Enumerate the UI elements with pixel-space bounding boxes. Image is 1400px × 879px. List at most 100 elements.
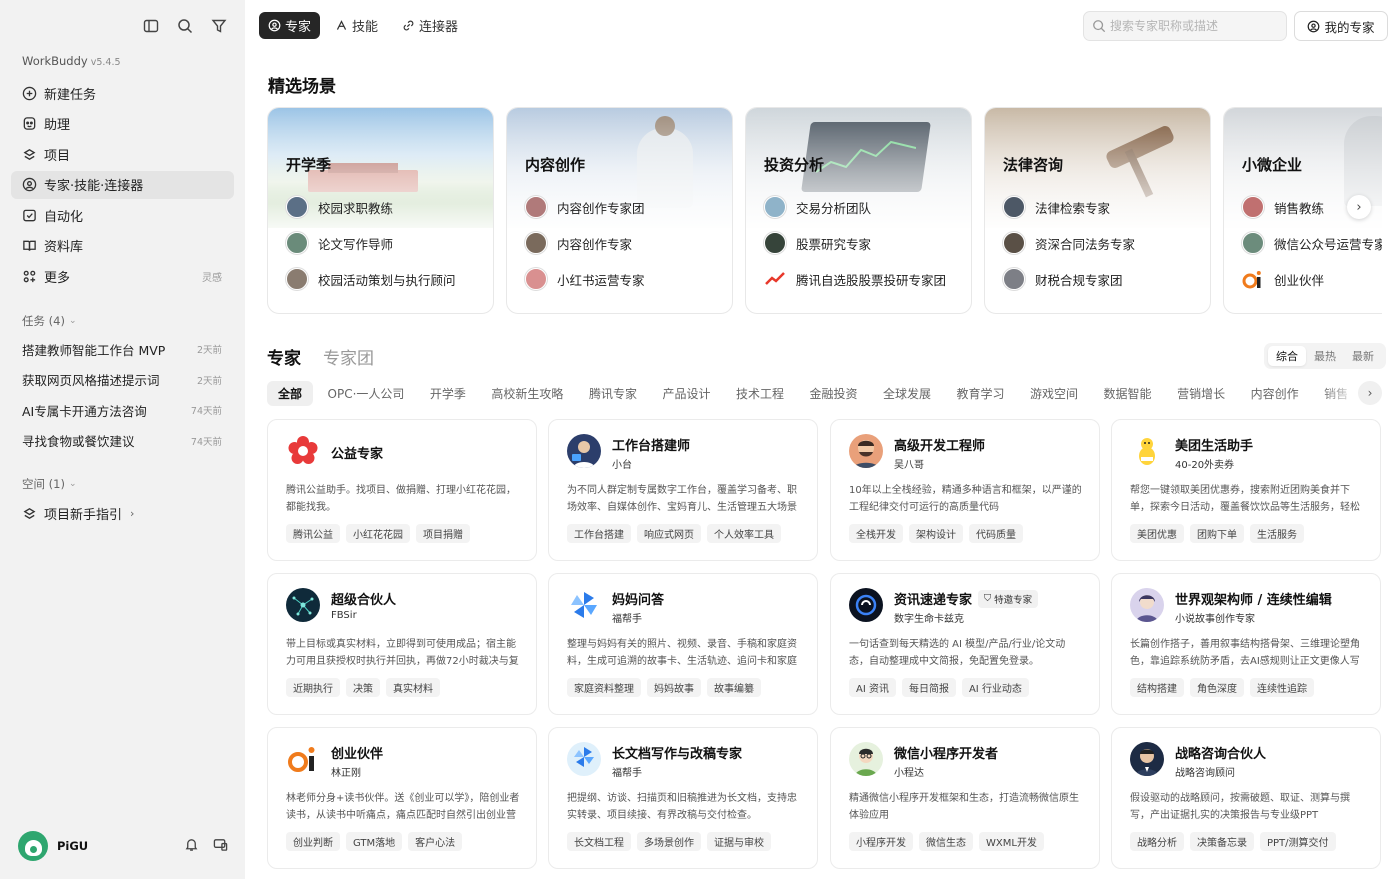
space-section-header[interactable]: 空间 (1) ⌄ — [22, 476, 77, 492]
search-icon[interactable] — [175, 16, 195, 36]
sidebar-item-assistant[interactable]: 助理 — [11, 110, 234, 138]
scene-item[interactable]: 交易分析团队 — [764, 196, 871, 218]
sidebar-item-more[interactable]: 更多 灵感 — [11, 263, 234, 291]
task-item[interactable]: 寻找食物或餐饮建议 74天前 — [11, 426, 234, 457]
expert-desc: 为不同人群定制专属数字工作台，覆盖学习备考、职场效率、自媒体创作、宝妈育儿、生活… — [567, 485, 797, 513]
expert-subtitle: FBSir — [331, 610, 357, 621]
scene-title: 小微企业 — [1242, 156, 1303, 174]
scene-card[interactable]: 内容创作 内容创作专家团 内容创作专家 小红书运营专家 — [506, 107, 733, 314]
sort-default[interactable]: 综合 — [1268, 346, 1306, 366]
expert-subtitle: 福帮手 — [612, 768, 642, 779]
scene-item[interactable]: 法律检索专家 — [1003, 196, 1110, 218]
avatar — [1242, 196, 1264, 218]
tab-experts-list[interactable]: 专家 — [267, 344, 301, 369]
category-tab[interactable]: 数据智能 — [1093, 381, 1163, 406]
scene-card[interactable]: 投资分析 交易分析团队 股票研究专家 腾讯自选股股票投研专家团 — [745, 107, 972, 314]
scene-item-label: 销售教练 — [1274, 200, 1325, 216]
scene-card[interactable]: 法律咨询 法律检索专家 资深合同法务专家 财税合规专家团 — [984, 107, 1211, 314]
expert-card[interactable]: 长文档写作与改稿专家 福帮手 把提纲、访谈、扫描页和旧稿推进为长文档，支持忠实转… — [548, 727, 818, 869]
task-item[interactable]: AI专属卡开通方法咨询 74天前 — [11, 395, 234, 426]
chevron-right-icon[interactable]: › — [1347, 195, 1371, 219]
sidebar-item-new-task[interactable]: 新建任务 — [11, 79, 234, 107]
chevron-right-icon[interactable]: › — [1358, 381, 1382, 405]
category-tab[interactable]: OPC·一人公司 — [317, 381, 416, 406]
category-tab[interactable]: 开学季 — [419, 381, 477, 406]
scene-item[interactable]: 销售教练 — [1242, 196, 1324, 218]
scene-item[interactable]: 校园活动策划与执行顾问 — [286, 268, 456, 290]
category-tab[interactable]: 产品设计 — [651, 381, 721, 406]
sidebar-item-experts[interactable]: 专家·技能·连接器 — [11, 170, 234, 199]
my-experts-button[interactable]: 我的专家 — [1294, 11, 1388, 41]
network-icon — [286, 588, 320, 622]
expert-card[interactable]: 创业伙伴 林正刚 林老师分身+读书伙伴。送《创业可以学》，陪创业者读书，从读书中… — [267, 727, 537, 869]
expert-card[interactable]: 美团生活助手 40-20外卖券 帮您一键领取美团优惠券，搜索附近团购美食并下单，… — [1111, 419, 1381, 561]
scene-item[interactable]: 内容创作专家团 — [525, 196, 645, 218]
expert-card[interactable]: 妈妈问答 福帮手 整理与妈妈有关的照片、视频、录音、手稿和家庭资料，生成可追溯的… — [548, 573, 818, 715]
sidebar-item-project[interactable]: 项目 — [11, 140, 234, 168]
scene-item[interactable]: 校园求职教练 — [286, 196, 393, 218]
expert-card[interactable]: 战略咨询合伙人 战略咨询顾问 假设驱动的战略顾问，按需破题、取证、测算与撰写，产… — [1111, 727, 1381, 869]
filter-icon[interactable] — [209, 16, 229, 36]
sort-hot[interactable]: 最热 — [1306, 346, 1344, 366]
category-tab[interactable]: 全部 — [267, 380, 314, 406]
expert-tag: 架构设计 — [909, 524, 963, 543]
expert-tag: 战略分析 — [1130, 832, 1184, 851]
expert-card[interactable]: 工作台搭建师 小台 为不同人群定制专属数字工作台，覆盖学习备考、职场效率、自媒体… — [548, 419, 818, 561]
expert-card[interactable]: 世界观架构师 / 连续性编辑 小说故事创作专家 长篇创作搭子，善用叙事结构搭骨架… — [1111, 573, 1381, 715]
scene-item-label: 微信公众号运营专家 — [1274, 236, 1382, 252]
avatar[interactable] — [18, 831, 48, 861]
expert-desc: 带上目标或真实材料，立即得到可使用成品；宿主能力可用且获授权时执行并回执，再做7… — [286, 639, 519, 667]
expert-desc: 假设驱动的战略顾问，按需破题、取证、测算与撰写，产出证据扎实的决策报告与专业级P… — [1130, 793, 1350, 821]
expert-card[interactable]: 高级开发工程师 吴八哥 10年以上全栈经验，精通多种语言和框架，以严谨的工程纪律… — [830, 419, 1100, 561]
expert-card[interactable]: 资讯速递专家 ⛉ 特邀专家 数字生命卡兹克 一句话查到每天精选的 AI 模型/产品/… — [830, 573, 1100, 715]
search-input[interactable] — [1110, 19, 1280, 33]
scene-item[interactable]: 论文写作导师 — [286, 232, 393, 254]
expert-tag: 个人效率工具 — [707, 524, 781, 543]
expert-tag: PPT/测算交付 — [1260, 832, 1336, 851]
scene-item[interactable]: 内容创作专家 — [525, 232, 632, 254]
scene-item[interactable]: 小红书运营专家 — [525, 268, 645, 290]
category-tab[interactable]: 营销增长 — [1166, 381, 1236, 406]
scene-title: 投资分析 — [764, 156, 825, 174]
sidebar-item-library[interactable]: 资料库 — [11, 232, 234, 260]
scene-item-label: 创业伙伴 — [1274, 272, 1325, 288]
tab-skills[interactable]: 技能 — [326, 12, 387, 39]
task-item[interactable]: 搭建教师智能工作台 MVP 2天前 — [11, 334, 234, 365]
category-tab[interactable]: 教育学习 — [946, 381, 1016, 406]
tab-expert-teams[interactable]: 专家团 — [323, 344, 374, 369]
sort-new[interactable]: 最新 — [1344, 346, 1382, 366]
task-label: 获取网页风格描述提示词 — [22, 373, 160, 389]
tab-experts[interactable]: 专家 — [259, 12, 321, 39]
search-icon — [1093, 20, 1106, 33]
category-tab[interactable]: 技术工程 — [725, 381, 795, 406]
category-tab[interactable]: 高校新生攻略 — [480, 381, 574, 406]
space-item[interactable]: 项目新手指引 › — [11, 499, 234, 527]
category-tab[interactable]: 金融投资 — [798, 381, 868, 406]
device-switch-icon[interactable] — [213, 837, 228, 856]
expert-card[interactable]: 超级合伙人 FBSir 带上目标或真实材料，立即得到可使用成品；宿主能力可用且获… — [267, 573, 537, 715]
scene-item[interactable]: 财税合规专家团 — [1003, 268, 1123, 290]
sidebar-item-automation[interactable]: 自动化 — [11, 201, 234, 229]
tab-connectors[interactable]: 连接器 — [393, 12, 467, 39]
scene-item[interactable]: 腾讯自选股股票投研专家团 — [764, 268, 946, 290]
scene-card[interactable]: 开学季 校园求职教练 论文写作导师 校园活动策划与执行顾问 — [267, 107, 494, 314]
sidebar-item-label: 资料库 — [44, 240, 84, 256]
scene-item[interactable]: 股票研究专家 — [764, 232, 871, 254]
app-name: WorkBuddy — [22, 54, 88, 68]
sidebar-item-label: 新建任务 — [44, 87, 97, 103]
expert-card[interactable]: 公益专家 腾讯公益助手。找项目、做捐赠、打理小红花花园，都能找我。 腾讯公益 小红… — [267, 419, 537, 561]
category-tab[interactable]: 游戏空间 — [1019, 381, 1089, 406]
scene-item[interactable]: 资深合同法务专家 — [1003, 232, 1135, 254]
project-icon — [21, 146, 37, 162]
scene-item[interactable]: 微信公众号运营专家 — [1242, 232, 1382, 254]
category-tab[interactable]: 全球发展 — [872, 381, 942, 406]
scene-item[interactable]: 创业伙伴 — [1242, 268, 1324, 290]
avatar — [764, 196, 786, 218]
tasks-section-header[interactable]: 任务 (4) ⌄ — [22, 313, 77, 329]
category-tab[interactable]: 内容创作 — [1240, 381, 1310, 406]
category-tab[interactable]: 腾讯专家 — [578, 381, 648, 406]
bell-icon[interactable] — [184, 837, 199, 856]
expert-card[interactable]: 微信小程序开发者 小程达 精通微信小程序开发框架和生态，打造流畅微信原生体验应用… — [830, 727, 1100, 869]
task-item[interactable]: 获取网页风格描述提示词 2天前 — [11, 365, 234, 396]
sidebar-toggle-icon[interactable] — [141, 16, 161, 36]
